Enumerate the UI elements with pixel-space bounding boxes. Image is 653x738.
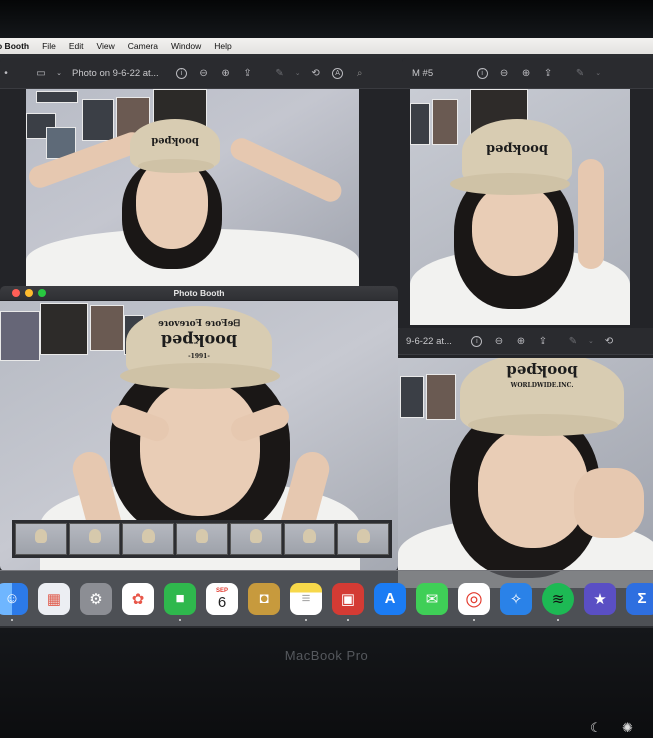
brightness-icon: ✺ — [622, 720, 633, 735]
rotate-icon[interactable]: ⟲ — [602, 334, 616, 348]
cap-logo: bookped — [151, 135, 199, 146]
menu-edit[interactable]: Edit — [69, 41, 84, 51]
wall-photo — [426, 374, 456, 420]
preview-window-bottom[interactable]: 9-6-22 at... i ⊖ ⊕ ⇪ ✎ ⌄ ⟲ bookped WORLD… — [398, 328, 653, 588]
preview-toolbar-right: M #5 i ⊖ ⊕ ⇪ ✎ ⌄ — [402, 58, 653, 89]
markup-pen-icon[interactable]: ✎ — [573, 66, 587, 80]
cap-subtext: WORLDWIDE.INC. — [510, 382, 574, 389]
share-icon[interactable]: ⇪ — [541, 66, 555, 80]
menu-bar: o Booth File Edit View Camera Window Hel… — [0, 38, 653, 54]
zoom-out-icon[interactable]: ⊖ — [492, 334, 506, 348]
wall-photo — [40, 303, 88, 355]
laptop-bezel-top — [0, 0, 653, 38]
moon-icon: ☾ — [590, 720, 602, 735]
finder-icon[interactable]: ☺ — [0, 582, 28, 621]
markup-icon[interactable]: A — [331, 66, 345, 80]
cap-logo: bookped — [506, 362, 578, 380]
wall-photo — [410, 103, 430, 145]
cap-year: -1991- — [188, 353, 210, 360]
photo-booth-filmstrip — [12, 520, 392, 558]
safari-icon[interactable]: ✧ — [500, 582, 532, 615]
rotate-icon[interactable]: ⟲ — [309, 66, 323, 80]
chrome-icon[interactable]: ◎ — [458, 582, 490, 621]
cap-logo: bookped — [486, 141, 548, 156]
photo-bottom-right: bookped WORLDWIDE.INC. — [398, 358, 653, 588]
markup-pen-icon[interactable]: ✎ — [273, 66, 287, 80]
app-store-icon[interactable]: A — [374, 582, 406, 615]
zoom-in-icon[interactable]: ⊕ — [514, 334, 528, 348]
wall-photo — [82, 99, 114, 141]
wall-photo — [400, 376, 424, 418]
zoom-out-icon[interactable]: ⊖ — [197, 66, 211, 80]
minimize-button[interactable] — [25, 289, 33, 297]
launchpad-icon[interactable]: ▦ — [38, 582, 70, 615]
zoom-button[interactable] — [38, 289, 46, 297]
preview-window-right[interactable]: M #5 i ⊖ ⊕ ⇪ ✎ ⌄ bookped — [402, 58, 653, 358]
menu-file[interactable]: File — [42, 41, 56, 51]
photo-booth-title: Photo Booth — [173, 288, 225, 298]
imovie-icon[interactable]: ★ — [584, 582, 616, 615]
menu-help[interactable]: Help — [214, 41, 231, 51]
preview-right-title: M #5 — [412, 67, 434, 79]
info-icon[interactable]: i — [470, 334, 484, 348]
zoom-in-icon[interactable]: ⊕ — [219, 66, 233, 80]
photo-booth-icon[interactable]: ▣ — [332, 582, 364, 621]
system-preferences-icon[interactable]: ⚙ — [80, 582, 112, 615]
photo-left: bookped — [26, 89, 359, 289]
chevron-down-icon[interactable]: ⌄ — [595, 66, 601, 80]
messages-icon[interactable]: ✉ — [416, 582, 448, 615]
menu-app-name[interactable]: o Booth — [0, 41, 29, 51]
markup-pen-icon[interactable]: ✎ — [566, 334, 580, 348]
zoom-in-icon[interactable]: ⊕ — [519, 66, 533, 80]
cap-logo: bookped — [160, 331, 238, 350]
chevron-down-icon[interactable]: ⌄ — [588, 334, 594, 348]
filmstrip-thumbnail[interactable] — [122, 523, 175, 555]
filmstrip-thumbnail[interactable] — [283, 523, 336, 555]
preview-bottom-title: 9-6-22 at... — [406, 335, 452, 347]
search-icon[interactable]: ⌕ — [353, 66, 367, 80]
spotify-icon[interactable]: ≋ — [542, 582, 574, 621]
cap-text: ɘɿovɘɿoꟻ ɘɿoꟻɘᗺ — [158, 319, 240, 329]
facetime-icon[interactable]: ■ — [164, 582, 196, 621]
share-icon[interactable]: ⇪ — [536, 334, 550, 348]
wall-photo — [432, 99, 458, 145]
sidebar-toggle-icon[interactable]: ▭ — [34, 66, 48, 80]
share-icon[interactable]: ⇪ — [241, 66, 255, 80]
dock: ☺ ▦ ⚙ ✿ ■ SEP 6 ◘ ≡ ▣ A ✉ ◎ ✧ ≋ ★ Σ — [0, 570, 653, 626]
photos-icon[interactable]: ✿ — [122, 582, 154, 615]
photo-right: bookped — [410, 89, 630, 325]
screen: o Booth File Edit View Camera Window Hel… — [0, 38, 653, 628]
laptop-brand-label: MacBook Pro — [284, 648, 369, 663]
wall-photo — [90, 305, 124, 351]
zoom-out-icon[interactable]: ⊖ — [497, 66, 511, 80]
wall-photo — [36, 91, 78, 103]
filmstrip-thumbnail[interactable] — [337, 523, 390, 555]
filmstrip-thumbnail[interactable] — [15, 523, 67, 555]
chevron-down-icon[interactable]: ⌄ — [56, 66, 62, 80]
filmstrip-thumbnail[interactable] — [176, 523, 228, 555]
filmstrip-thumbnail[interactable] — [68, 523, 121, 555]
gold-app-icon[interactable]: ◘ — [248, 582, 280, 615]
info-icon[interactable]: i — [475, 66, 489, 80]
calendar-icon[interactable]: SEP 6 — [206, 582, 238, 615]
filmstrip-thumbnail[interactable] — [229, 523, 282, 555]
chevron-down-icon[interactable]: ⌄ — [295, 66, 301, 80]
preview-left-title: Photo on 9-6-22 at... — [72, 67, 159, 79]
calendar-day: 6 — [217, 593, 227, 611]
notes-icon[interactable]: ≡ — [290, 582, 322, 621]
menu-view[interactable]: View — [96, 41, 114, 51]
laptop-chin — [0, 628, 653, 738]
close-button[interactable] — [12, 289, 20, 297]
sigma-app-icon[interactable]: Σ — [626, 582, 653, 615]
preview-toolbar-left: • ▭ ⌄ Photo on 9-6-22 at... i ⊖ ⊕ ⇪ ✎ ⌄ … — [0, 58, 410, 89]
wall-photo — [0, 311, 40, 361]
info-icon[interactable]: i — [175, 66, 189, 80]
toolbar-dot-icon: • — [4, 67, 8, 79]
photo-booth-titlebar: Photo Booth — [0, 286, 398, 300]
preview-toolbar-bottom: 9-6-22 at... i ⊖ ⊕ ⇪ ✎ ⌄ ⟲ — [398, 328, 653, 355]
menu-camera[interactable]: Camera — [128, 41, 158, 51]
menu-window[interactable]: Window — [171, 41, 201, 51]
